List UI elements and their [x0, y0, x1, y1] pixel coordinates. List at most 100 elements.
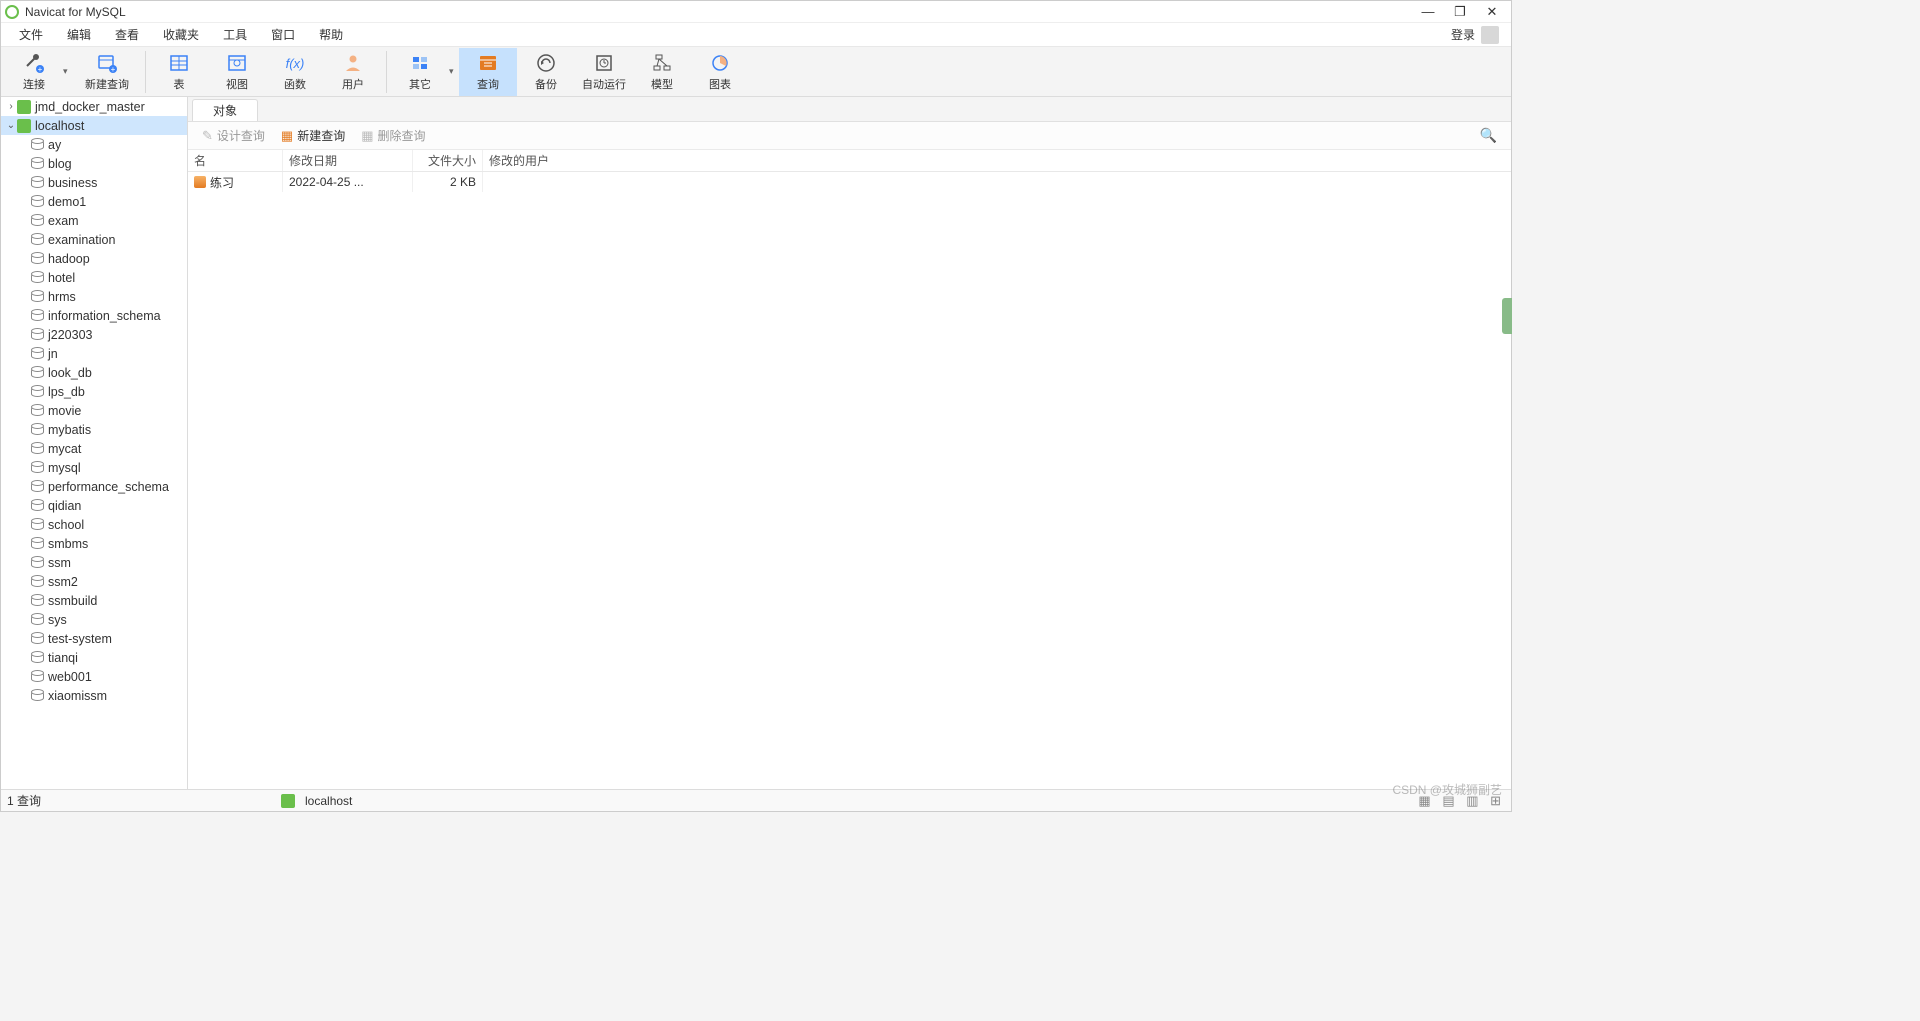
database-icon [31, 596, 44, 606]
main-panel: 对象 ✎设计查询 ▦新建查询 ▦删除查询 🔍 名 修改日期 文件大小 修改的用户… [188, 97, 1511, 789]
login-button[interactable]: 登录 [1445, 26, 1505, 44]
toolbar-user[interactable]: 用户 [324, 48, 382, 96]
connection-icon [281, 794, 295, 808]
database-demo1[interactable]: demo1 [1, 192, 187, 211]
database-icon [31, 330, 44, 340]
close-button[interactable]: ✕ [1485, 5, 1499, 19]
connect-dropdown[interactable]: ▾ [63, 66, 73, 77]
menu-0[interactable]: 文件 [7, 23, 55, 46]
database-hotel[interactable]: hotel [1, 268, 187, 287]
tab-strip: 对象 [188, 97, 1511, 122]
database-ay[interactable]: ay [1, 135, 187, 154]
database-j220303[interactable]: j220303 [1, 325, 187, 344]
login-label: 登录 [1451, 26, 1475, 43]
chart-icon [709, 52, 731, 74]
delete-query-button[interactable]: ▦删除查询 [353, 124, 433, 148]
database-look_db[interactable]: look_db [1, 363, 187, 382]
search-icon[interactable]: 🔍 [1480, 127, 1505, 144]
database-icon [31, 311, 44, 321]
database-test-system[interactable]: test-system [1, 629, 187, 648]
list-header: 名 修改日期 文件大小 修改的用户 [188, 150, 1511, 172]
database-qidian[interactable]: qidian [1, 496, 187, 515]
database-blog[interactable]: blog [1, 154, 187, 173]
expand-arrow-icon[interactable]: ⌄ [5, 120, 17, 131]
database-ssm[interactable]: ssm [1, 553, 187, 572]
menu-5[interactable]: 窗口 [259, 23, 307, 46]
database-movie[interactable]: movie [1, 401, 187, 420]
other-dropdown[interactable]: ▾ [449, 66, 459, 77]
database-icon [31, 197, 44, 207]
toolbar-view[interactable]: 视图 [208, 48, 266, 96]
database-icon [31, 368, 44, 378]
connection-jmd_docker_master[interactable]: ›jmd_docker_master [1, 97, 187, 116]
database-icon [31, 159, 44, 169]
database-information_schema[interactable]: information_schema [1, 306, 187, 325]
database-ssmbuild[interactable]: ssmbuild [1, 591, 187, 610]
database-school[interactable]: school [1, 515, 187, 534]
database-jn[interactable]: jn [1, 344, 187, 363]
toolbar-backup[interactable]: 备份 [517, 48, 575, 96]
toolbar-table[interactable]: 表 [150, 48, 208, 96]
avatar-icon [1481, 26, 1499, 44]
toolbar-connect[interactable]: +连接 [5, 48, 63, 96]
newquery-icon: + [96, 52, 118, 74]
object-toolbar: ✎设计查询 ▦新建查询 ▦删除查询 🔍 [188, 122, 1511, 150]
database-lps_db[interactable]: lps_db [1, 382, 187, 401]
toolbar-function[interactable]: f(x)函数 [266, 48, 324, 96]
database-ssm2[interactable]: ssm2 [1, 572, 187, 591]
side-panel-handle[interactable] [1502, 298, 1512, 334]
menu-1[interactable]: 编辑 [55, 23, 103, 46]
col-name[interactable]: 名 [188, 150, 283, 171]
col-date[interactable]: 修改日期 [283, 150, 413, 171]
new-query-button[interactable]: ▦新建查询 [273, 124, 353, 148]
toolbar-newquery[interactable]: +新建查询 [73, 48, 141, 96]
database-mycat[interactable]: mycat [1, 439, 187, 458]
menu-2[interactable]: 查看 [103, 23, 151, 46]
query-file-icon [194, 176, 206, 188]
database-icon [31, 653, 44, 663]
titlebar: Navicat for MySQL — ❐ ✕ [1, 1, 1511, 23]
database-hrms[interactable]: hrms [1, 287, 187, 306]
expand-arrow-icon[interactable]: › [5, 101, 17, 112]
menubar: 文件编辑查看收藏夹工具窗口帮助 登录 [1, 23, 1511, 47]
database-performance_schema[interactable]: performance_schema [1, 477, 187, 496]
toolbar-query[interactable]: 查询 [459, 48, 517, 96]
database-icon [31, 178, 44, 188]
database-exam[interactable]: exam [1, 211, 187, 230]
query-icon [477, 52, 499, 74]
maximize-button[interactable]: ❐ [1453, 5, 1467, 19]
toolbar-chart[interactable]: 图表 [691, 48, 749, 96]
design-query-button[interactable]: ✎设计查询 [194, 124, 273, 148]
connection-localhost[interactable]: ⌄localhost [1, 116, 187, 135]
database-icon [31, 349, 44, 359]
col-size[interactable]: 文件大小 [413, 150, 483, 171]
toolbar-other[interactable]: 其它 [391, 48, 449, 96]
database-icon [31, 273, 44, 283]
database-hadoop[interactable]: hadoop [1, 249, 187, 268]
connection-tree[interactable]: ›jmd_docker_master⌄localhostayblogbusine… [1, 97, 188, 789]
svg-text:f(x): f(x) [286, 56, 305, 71]
menu-4[interactable]: 工具 [211, 23, 259, 46]
database-icon [31, 615, 44, 625]
database-icon [31, 558, 44, 568]
database-sys[interactable]: sys [1, 610, 187, 629]
database-web001[interactable]: web001 [1, 667, 187, 686]
database-tianqi[interactable]: tianqi [1, 648, 187, 667]
database-smbms[interactable]: smbms [1, 534, 187, 553]
svg-text:+: + [111, 65, 116, 74]
database-examination[interactable]: examination [1, 230, 187, 249]
minimize-button[interactable]: — [1421, 5, 1435, 19]
menu-6[interactable]: 帮助 [307, 23, 355, 46]
database-icon [31, 292, 44, 302]
database-business[interactable]: business [1, 173, 187, 192]
tab-objects[interactable]: 对象 [192, 99, 258, 121]
toolbar-autorun[interactable]: 自动运行 [575, 48, 633, 96]
toolbar-model[interactable]: 模型 [633, 48, 691, 96]
col-user[interactable]: 修改的用户 [483, 150, 1511, 171]
list-row[interactable]: 练习2022-04-25 ...2 KB [188, 172, 1511, 192]
database-mybatis[interactable]: mybatis [1, 420, 187, 439]
database-xiaomissm[interactable]: xiaomissm [1, 686, 187, 705]
database-mysql[interactable]: mysql [1, 458, 187, 477]
menu-3[interactable]: 收藏夹 [151, 23, 211, 46]
database-icon [31, 140, 44, 150]
